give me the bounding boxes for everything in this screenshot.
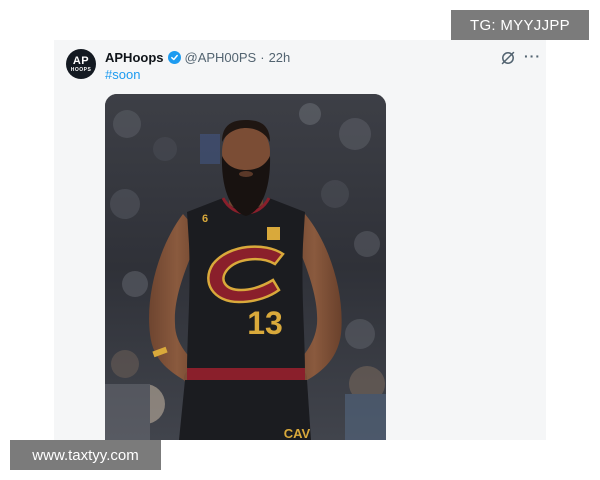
- tweet-card[interactable]: AP HOOPS APHoops @APH00PS · 22h #soon ··…: [54, 40, 546, 440]
- avatar[interactable]: AP HOOPS: [66, 49, 96, 79]
- jersey-number: 13: [247, 305, 283, 341]
- avatar-text: AP: [72, 54, 90, 67]
- avatar-subtext: HOOPS: [70, 66, 92, 73]
- separator-dot: ·: [260, 49, 265, 65]
- tweet-header: APHoops @APH00PS · 22h: [105, 49, 290, 65]
- jersey-small-number: 6: [202, 213, 208, 225]
- grok-icon[interactable]: [500, 50, 516, 66]
- user-handle[interactable]: @APH00PS: [185, 50, 257, 65]
- tweet-media-image[interactable]: 13 6 CAV: [105, 94, 386, 440]
- tweet-timestamp[interactable]: 22h: [269, 50, 291, 65]
- more-options-icon[interactable]: ···: [524, 48, 541, 64]
- site-watermark: www.taxtyy.com: [10, 440, 161, 470]
- shorts-text: CAV: [284, 426, 311, 440]
- player-photo: 13 6 CAV: [105, 94, 386, 440]
- tweet-hashtag-link[interactable]: #soon: [105, 67, 140, 82]
- telegram-watermark: TG: MYYJJPP: [451, 10, 589, 40]
- display-name[interactable]: APHoops: [105, 50, 164, 65]
- jersey-patch: [267, 227, 280, 240]
- verified-badge-icon: [167, 50, 181, 64]
